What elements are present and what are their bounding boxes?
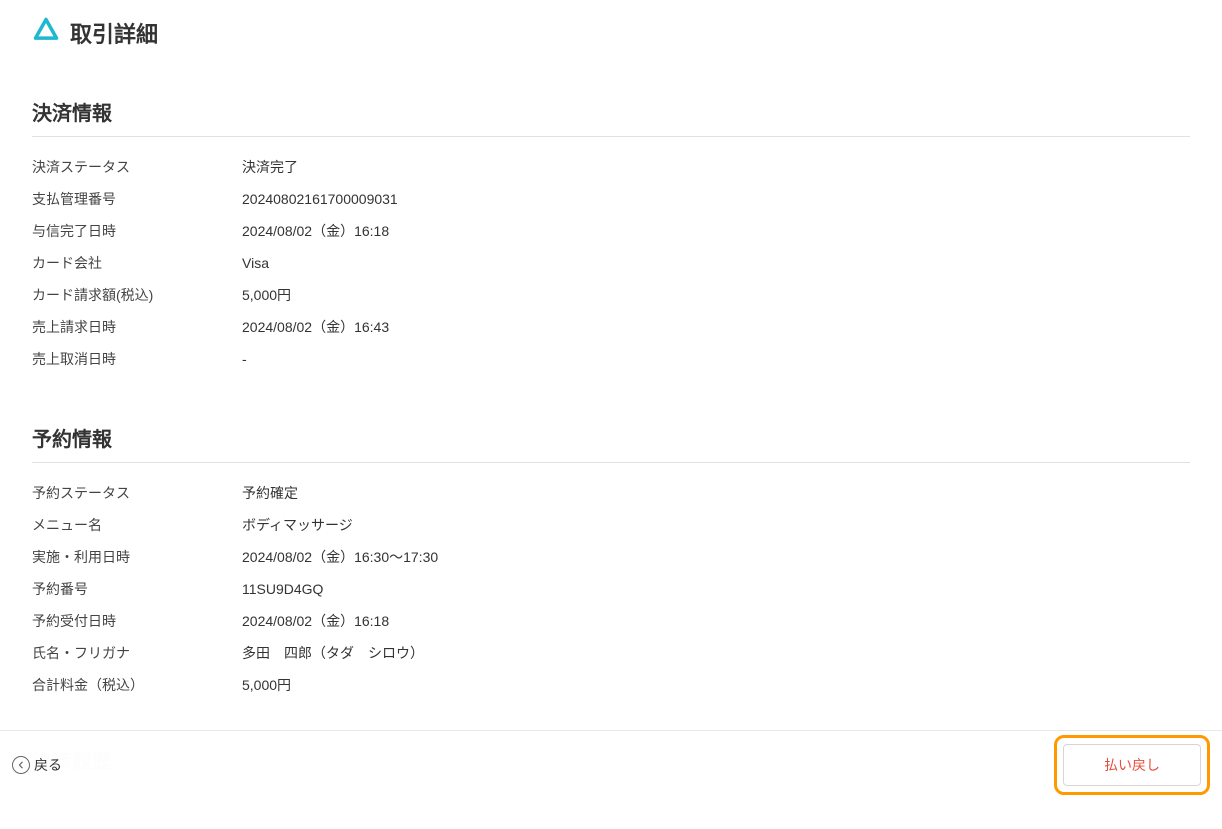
detail-value: 5,000円 bbox=[242, 285, 291, 305]
detail-value: 11SU9D4GQ bbox=[242, 581, 323, 597]
detail-label: 氏名・フリガナ bbox=[32, 643, 242, 663]
back-arrow-icon bbox=[12, 756, 30, 774]
detail-value: 2024/08/02（金）16:18 bbox=[242, 221, 389, 241]
detail-row: カード会社Visa bbox=[32, 247, 1190, 279]
detail-row: 予約ステータス予約確定 bbox=[32, 477, 1190, 509]
back-button-label: 戻る bbox=[34, 755, 62, 775]
detail-label: 与信完了日時 bbox=[32, 221, 242, 241]
detail-value: 2024/08/02（金）16:30〜17:30 bbox=[242, 547, 438, 567]
detail-label: 予約ステータス bbox=[32, 483, 242, 503]
detail-label: 予約番号 bbox=[32, 579, 242, 599]
detail-value: 2024/08/02（金）16:18 bbox=[242, 611, 389, 631]
detail-value: - bbox=[242, 351, 247, 367]
back-button[interactable]: 戻る bbox=[12, 755, 62, 775]
footer-bar: 戻る 払い戻し bbox=[0, 730, 1222, 798]
detail-row: 実施・利用日時2024/08/02（金）16:30〜17:30 bbox=[32, 541, 1190, 573]
detail-row: 氏名・フリガナ多田 四郎（タダ シロウ） bbox=[32, 637, 1190, 669]
detail-value: 5,000円 bbox=[242, 675, 291, 695]
detail-label: メニュー名 bbox=[32, 515, 242, 535]
detail-row: 支払管理番号20240802161700009031 bbox=[32, 183, 1190, 215]
payment-info-section: 決済情報 決済ステータス決済完了支払管理番号202408021617000090… bbox=[32, 97, 1190, 375]
detail-row: 与信完了日時2024/08/02（金）16:18 bbox=[32, 215, 1190, 247]
detail-value: 20240802161700009031 bbox=[242, 191, 398, 207]
page-title: 取引詳細 bbox=[70, 17, 158, 49]
detail-row: 予約受付日時2024/08/02（金）16:18 bbox=[32, 605, 1190, 637]
detail-label: 売上請求日時 bbox=[32, 317, 242, 337]
detail-label: 売上取消日時 bbox=[32, 349, 242, 369]
detail-label: 合計料金（税込） bbox=[32, 675, 242, 695]
detail-value: 予約確定 bbox=[242, 483, 298, 503]
detail-value: 多田 四郎（タダ シロウ） bbox=[242, 643, 424, 663]
refund-highlight-box: 払い戻し bbox=[1054, 735, 1210, 795]
detail-value: ボディマッサージ bbox=[242, 515, 353, 535]
page-header: 取引詳細 bbox=[32, 16, 1190, 49]
section-title-payment: 決済情報 bbox=[32, 97, 1190, 137]
detail-row: 売上取消日時- bbox=[32, 343, 1190, 375]
detail-label: 実施・利用日時 bbox=[32, 547, 242, 567]
detail-row: 予約番号11SU9D4GQ bbox=[32, 573, 1190, 605]
refund-button[interactable]: 払い戻し bbox=[1063, 744, 1201, 786]
detail-row: 売上請求日時2024/08/02（金）16:43 bbox=[32, 311, 1190, 343]
detail-row: メニュー名ボディマッサージ bbox=[32, 509, 1190, 541]
detail-label: 支払管理番号 bbox=[32, 189, 242, 209]
detail-label: 決済ステータス bbox=[32, 157, 242, 177]
booking-info-section: 予約情報 予約ステータス予約確定メニュー名ボディマッサージ実施・利用日時2024… bbox=[32, 423, 1190, 701]
detail-value: 決済完了 bbox=[242, 157, 298, 177]
detail-value: 2024/08/02（金）16:43 bbox=[242, 317, 389, 337]
triangle-icon bbox=[32, 16, 60, 49]
detail-row: カード請求額(税込)5,000円 bbox=[32, 279, 1190, 311]
detail-label: 予約受付日時 bbox=[32, 611, 242, 631]
detail-row: 決済ステータス決済完了 bbox=[32, 151, 1190, 183]
detail-row: 合計料金（税込）5,000円 bbox=[32, 669, 1190, 701]
section-title-booking: 予約情報 bbox=[32, 423, 1190, 463]
detail-label: カード請求額(税込) bbox=[32, 285, 242, 305]
detail-value: Visa bbox=[242, 255, 269, 271]
detail-label: カード会社 bbox=[32, 253, 242, 273]
